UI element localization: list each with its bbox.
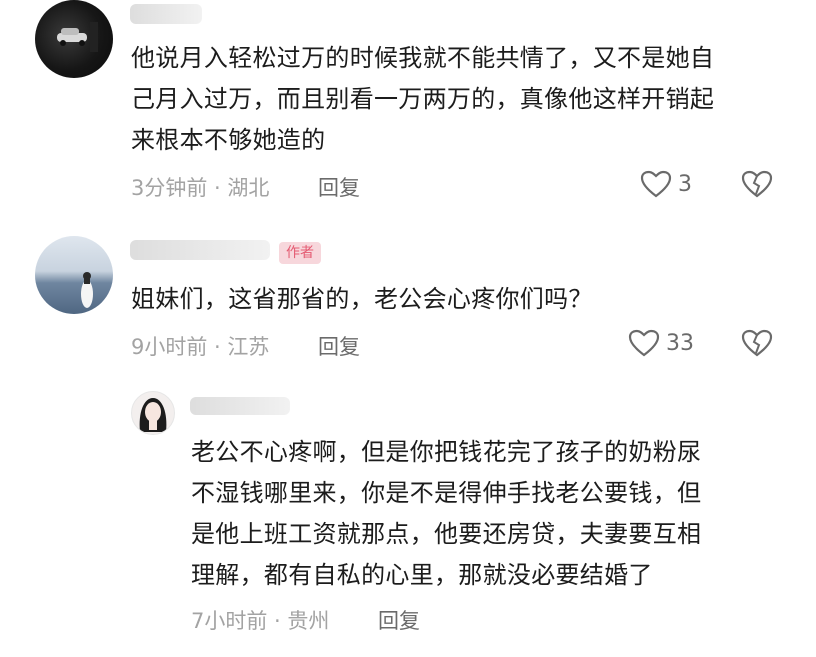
like-button[interactable]: 33	[628, 329, 694, 357]
avatar-car-image	[57, 22, 98, 52]
like-count: 33	[666, 330, 694, 356]
comment-line: 理解，都有自私的心里，那就没必要结婚了	[191, 561, 653, 589]
broken-heart-icon	[741, 170, 773, 198]
avatar-beach-image	[81, 272, 93, 308]
dislike-button[interactable]	[741, 329, 773, 357]
comment-time-location: 3分钟前 · 湖北	[131, 176, 270, 200]
username-blurred[interactable]	[130, 4, 202, 24]
heart-outline-icon	[628, 329, 660, 357]
like-button[interactable]: 3	[640, 170, 692, 198]
comment-time-location: 7小时前 · 贵州	[191, 609, 330, 633]
commenter-avatar[interactable]	[35, 0, 113, 78]
broken-heart-icon	[741, 329, 773, 357]
comment-text: 他说月入轻松过万的时候我就不能共情了，又不是她自 己月入过万，而且别看一万两万的…	[131, 38, 791, 161]
avatar-girl-image	[139, 398, 167, 432]
comment-line: 己月入过万，而且别看一万两万的，真像他这样开销起	[131, 85, 715, 113]
username-blurred[interactable]	[190, 397, 290, 415]
reply-button[interactable]: 回复	[318, 331, 360, 361]
like-count: 3	[678, 171, 692, 197]
commenter-avatar[interactable]	[35, 236, 113, 314]
username-blurred[interactable]	[130, 240, 270, 260]
comment-line: 不湿钱哪里来，你是不是得伸手找老公要钱，但	[191, 479, 702, 507]
comment-line: 是他上班工资就那点，他要还房贷，夫妻要互相	[191, 520, 702, 548]
comment-time-location: 9小时前 · 江苏	[131, 335, 270, 359]
comment-text: 姐妹们，这省那省的，老公会心疼你们吗？	[131, 285, 593, 313]
comment-line: 来根本不够她造的	[131, 126, 326, 154]
author-badge: 作者	[279, 242, 321, 264]
reply-button[interactable]: 回复	[378, 605, 420, 635]
comment-line: 他说月入轻松过万的时候我就不能共情了，又不是她自	[131, 44, 715, 72]
dislike-button[interactable]	[741, 170, 773, 198]
reply-button[interactable]: 回复	[318, 172, 360, 202]
comment-line: 老公不心疼啊，但是你把钱花完了孩子的奶粉尿	[191, 438, 702, 466]
reply-text: 老公不心疼啊，但是你把钱花完了孩子的奶粉尿 不湿钱哪里来，你是不是得伸手找老公要…	[191, 432, 791, 596]
commenter-avatar[interactable]	[131, 391, 175, 435]
heart-outline-icon	[640, 170, 672, 198]
